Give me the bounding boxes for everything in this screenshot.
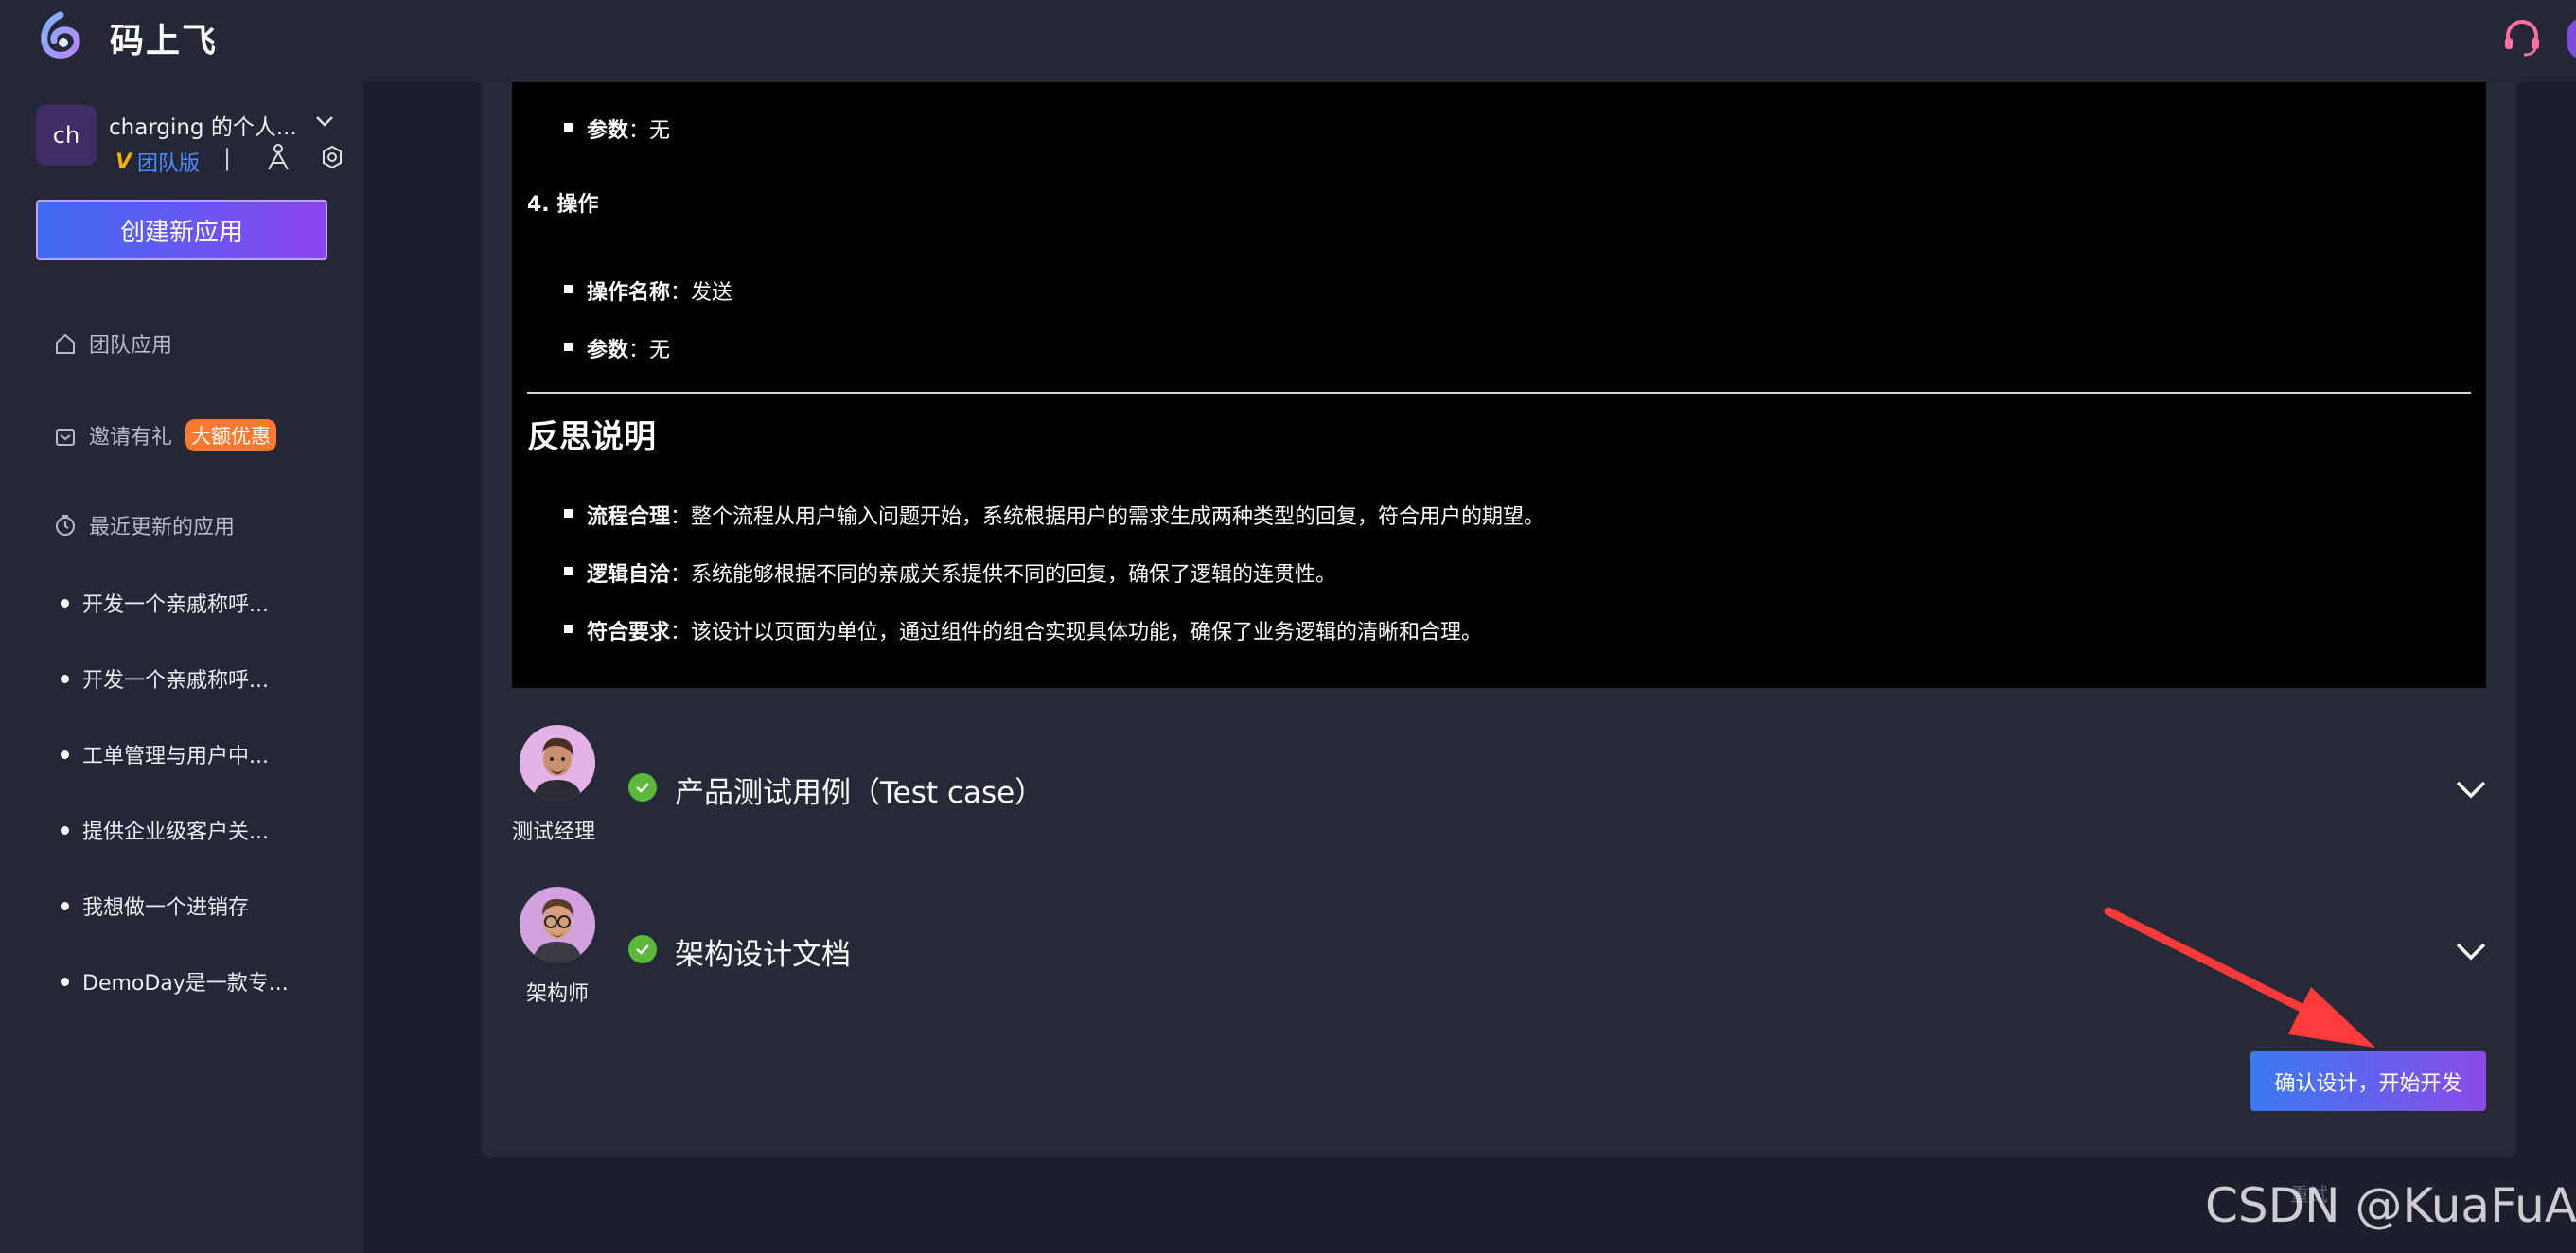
bullet-dot — [61, 977, 69, 986]
bullet-dot — [61, 901, 69, 910]
create-app-button[interactable]: 创建新应用 — [36, 200, 327, 260]
list-bullet — [564, 123, 573, 132]
section-title-test-case[interactable]: 产品测试用例（Test case） — [675, 768, 1044, 811]
recent-app-item[interactable]: 工单管理与用户中... — [61, 739, 269, 769]
bullet-dot — [61, 674, 69, 683]
recent-app-label: 提供企业级客户关... — [82, 821, 269, 844]
settings-icon[interactable] — [320, 145, 344, 169]
doc-list-item: 逻辑自洽：系统能够根据不同的亲戚关系提供不同的回复，确保了逻辑的连贯性。 — [587, 563, 1337, 587]
architect-avatar — [520, 887, 595, 962]
edition-badge: V 团队版 — [115, 147, 200, 177]
app-logo-icon[interactable] — [36, 11, 85, 61]
members-icon[interactable] — [265, 143, 291, 171]
recent-app-item[interactable]: 开发一个亲戚称呼... — [61, 588, 269, 618]
list-bullet — [564, 625, 573, 633]
doc-list-item: 符合要求：该设计以页面为单位，通过组件的组合实现具体功能，确保了业务逻辑的清晰和… — [587, 621, 1483, 644]
list-bullet — [564, 509, 573, 518]
chevron-down-icon[interactable] — [2455, 940, 2487, 962]
nav-label: 邀请有礼 — [89, 426, 173, 450]
test-manager-avatar — [520, 725, 595, 801]
recent-app-label: 开发一个亲戚称呼... — [82, 593, 269, 617]
recent-app-label: 我想做一个进销存 — [82, 896, 250, 920]
check-icon — [628, 935, 657, 963]
list-bullet — [564, 285, 573, 293]
watermark: CSDN @KuaFuAI — [2205, 1178, 2576, 1233]
check-icon — [628, 773, 657, 802]
clock-icon — [56, 515, 75, 536]
recent-app-item[interactable]: 提供企业级客户关... — [61, 815, 269, 845]
role-label: 测试经理 — [512, 821, 596, 844]
doc-list-item: 流程合理：整个流程从用户输入问题开始，系统根据用户的需求生成两种类型的回复，符合… — [587, 505, 1545, 529]
recent-app-label: 开发一个亲戚称呼... — [82, 669, 269, 693]
nav-label: 最近更新的应用 — [89, 516, 236, 539]
vip-icon: V — [115, 150, 132, 174]
bullet-dot — [61, 825, 69, 835]
doc-divider — [527, 392, 2471, 394]
doc-list-item: 操作名称：发送 — [587, 281, 733, 305]
top-bar: 码上飞 — [0, 0, 2576, 82]
design-document — [512, 82, 2486, 688]
workspace-name[interactable]: charging 的个人... — [109, 109, 297, 141]
promo-badge: 大额优惠 — [185, 419, 277, 451]
confirm-design-button[interactable]: 确认设计，开始开发 — [2250, 1051, 2486, 1111]
doc-section-heading: 反思说明 — [527, 418, 656, 456]
user-avatar[interactable] — [2567, 17, 2576, 61]
recent-app-label: DemoDay是一款专... — [82, 972, 289, 996]
recent-app-item[interactable]: DemoDay是一款专... — [61, 966, 289, 997]
nav-label: 团队应用 — [89, 334, 173, 358]
role-label: 架构师 — [526, 982, 590, 1006]
headset-icon[interactable] — [2500, 15, 2544, 59]
doc-list-item: 参数：无 — [587, 339, 671, 362]
workspace-avatar[interactable]: ch — [36, 105, 97, 166]
annotation-arrow-icon — [2104, 907, 2375, 1048]
section-title-architecture[interactable]: 架构设计文档 — [675, 930, 851, 973]
doc-list-item: 参数：无 — [587, 119, 671, 143]
bullet-dot — [61, 598, 69, 608]
recent-app-item[interactable]: 开发一个亲戚称呼... — [61, 663, 269, 694]
nav-invite[interactable]: 邀请有礼 大额优惠 — [53, 419, 277, 451]
app-title: 码上飞 — [110, 22, 219, 61]
nav-team-apps[interactable]: 团队应用 — [53, 328, 172, 359]
recent-app-item[interactable]: 我想做一个进销存 — [61, 891, 249, 921]
doc-heading: 4. 操作 — [527, 193, 599, 217]
list-bullet — [564, 343, 573, 351]
recent-app-label: 工单管理与用户中... — [82, 745, 269, 768]
gift-icon — [56, 429, 75, 446]
chevron-down-icon[interactable] — [2455, 778, 2487, 801]
nav-recent-header: 最近更新的应用 — [53, 510, 235, 540]
divider: | — [223, 145, 232, 171]
sidebar: ch charging 的个人... V 团队版 | 创建新应用 团队应用 邀请… — [0, 82, 363, 1253]
bullet-dot — [61, 750, 69, 759]
chevron-down-icon[interactable] — [312, 111, 337, 132]
home-icon — [56, 333, 75, 354]
edition-label: 团队版 — [137, 152, 201, 176]
list-bullet — [564, 567, 573, 575]
